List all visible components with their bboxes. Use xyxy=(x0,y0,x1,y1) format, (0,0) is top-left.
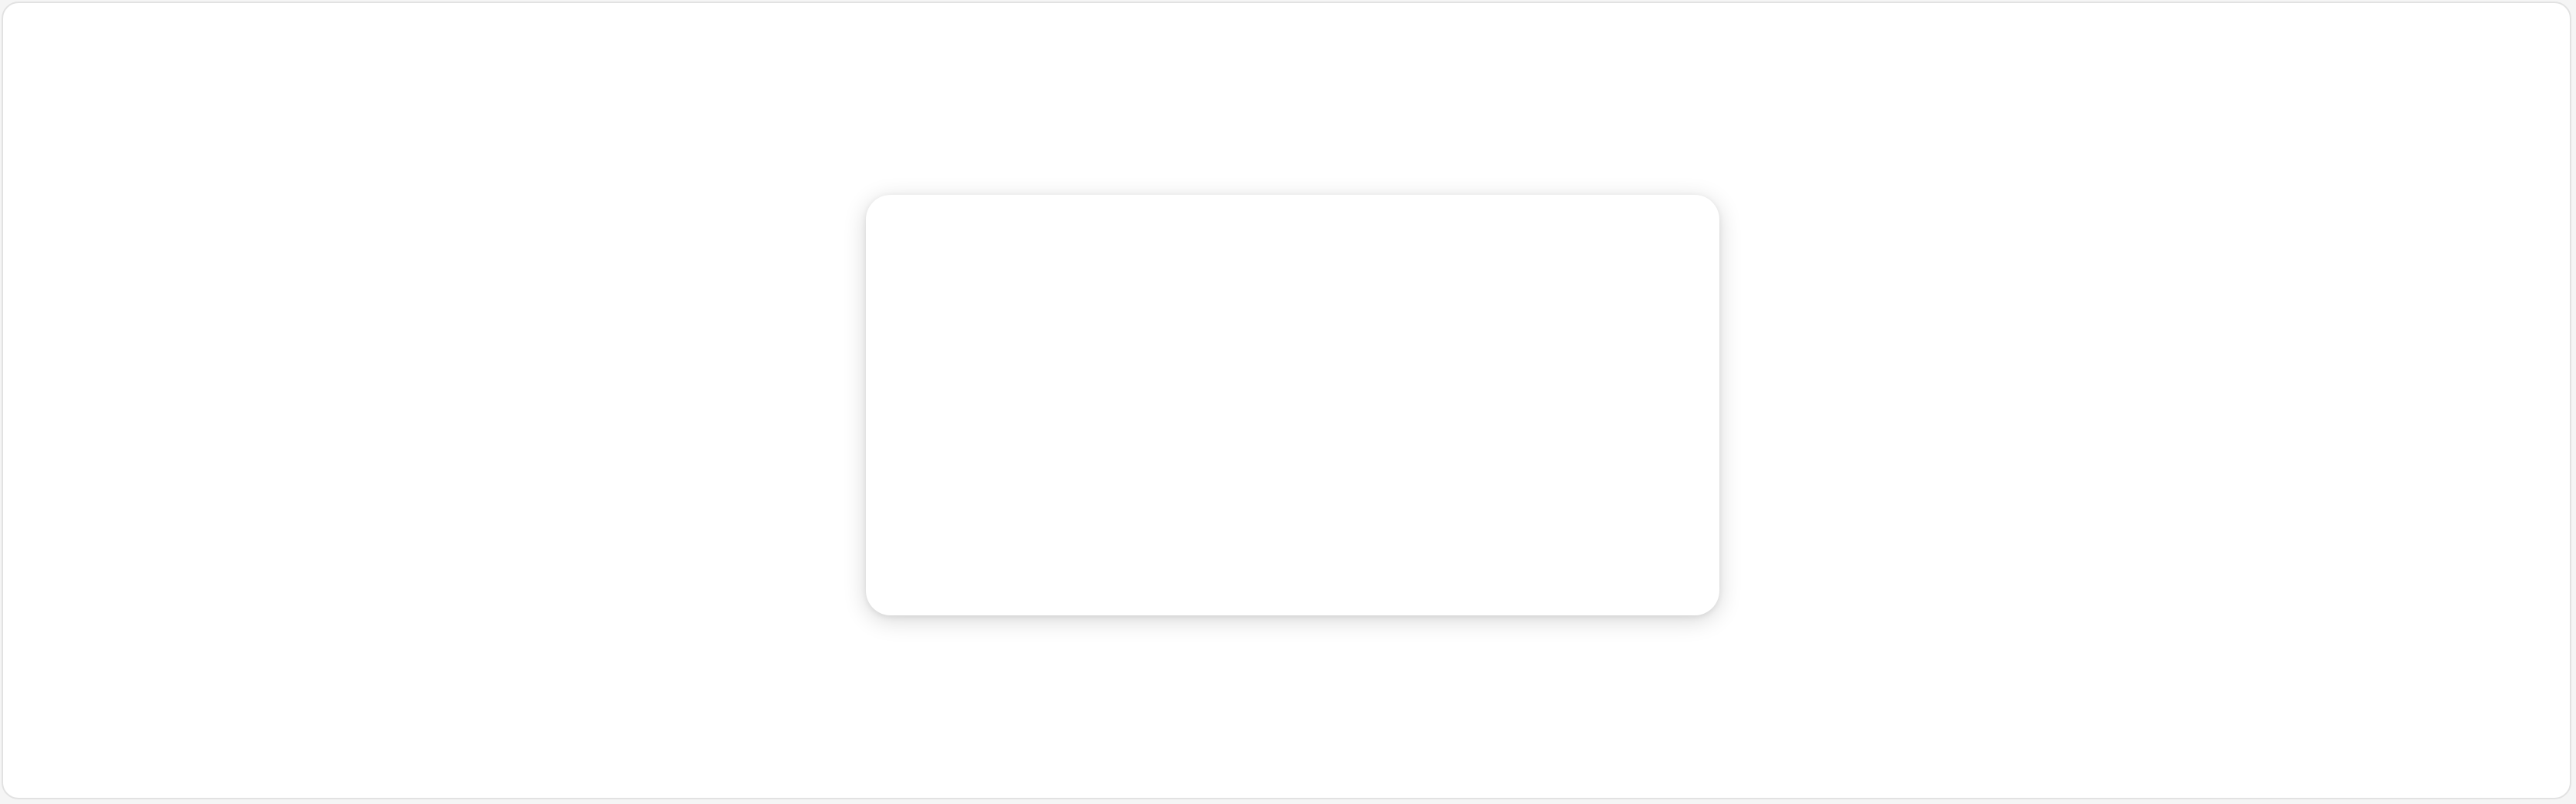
app-frame xyxy=(2,2,2571,799)
empty-card xyxy=(866,195,1719,615)
